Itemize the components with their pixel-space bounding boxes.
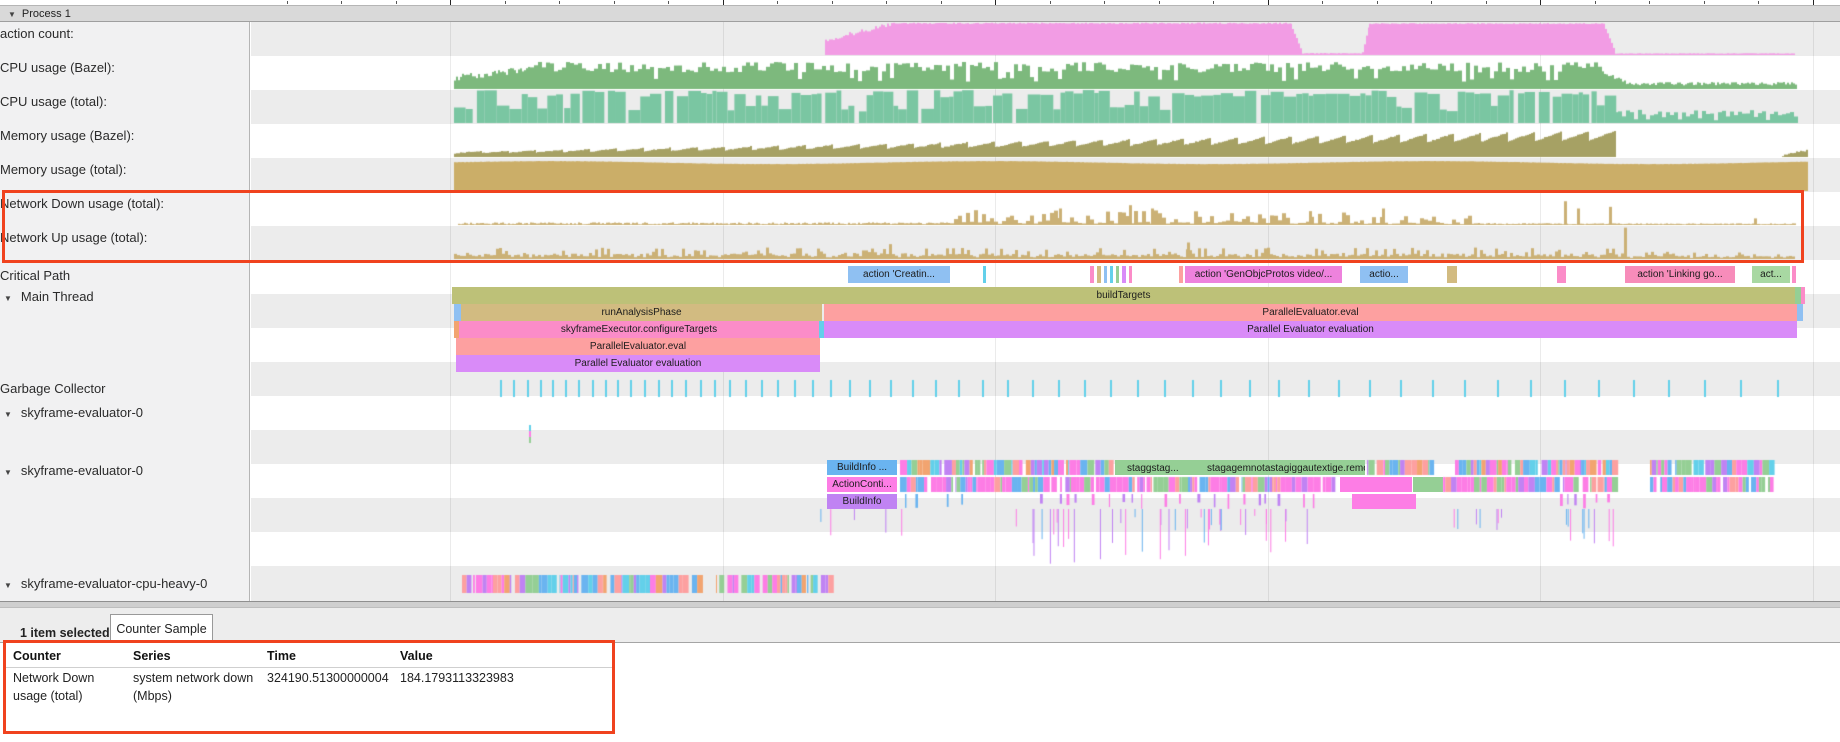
trace-viewer-root: ▼Process 1 action 'Creatin...action 'Gen…: [0, 0, 1840, 742]
collapse-triangle-icon[interactable]: ▼: [4, 410, 12, 419]
ruler-minor-tick: [396, 1, 397, 4]
ruler-minor-tick: [1758, 1, 1759, 4]
track-label-text: Main Thread: [21, 289, 94, 304]
details-tab-bar: 1 item selected. Counter Sample (1): [0, 608, 1840, 643]
track-label-text: CPU usage (total):: [0, 94, 107, 109]
track-label-text: Critical Path: [0, 268, 70, 283]
ruler-minor-tick: [1159, 1, 1160, 4]
track-label-critical-path[interactable]: Critical Path: [0, 267, 248, 284]
ruler-minor-tick: [614, 1, 615, 4]
track-label-skyframe-evaluator-cpu-heavy-0[interactable]: ▼ skyframe-evaluator-cpu-heavy-0: [0, 575, 248, 592]
collapse-triangle-icon[interactable]: ▼: [8, 10, 16, 19]
highlight-selection-table: [3, 640, 615, 734]
ruler-minor-tick: [559, 1, 560, 4]
track-label-skyframe-evaluator-0[interactable]: ▼ skyframe-evaluator-0: [0, 404, 248, 421]
ruler-minor-tick: [1704, 1, 1705, 4]
process-header-label: Process 1: [22, 8, 71, 20]
track-label-cpu-usage-bazel-[interactable]: CPU usage (Bazel):: [0, 59, 248, 76]
ruler-minor-tick: [777, 1, 778, 4]
ruler-minor-tick: [1595, 1, 1596, 4]
ruler-minor-tick: [1486, 1, 1487, 4]
track-label-garbage-collector[interactable]: Garbage Collector: [0, 380, 248, 397]
collapse-triangle-icon[interactable]: ▼: [4, 468, 12, 477]
track-label-action-count-[interactable]: action count:: [0, 25, 248, 42]
panel-splitter[interactable]: [0, 601, 1840, 608]
track-label-text: skyframe-evaluator-cpu-heavy-0: [21, 576, 207, 591]
ruler-minor-tick: [1050, 1, 1051, 4]
track-labels-panel: action count: CPU usage (Bazel): CPU usage…: [0, 22, 250, 601]
track-label-skyframe-evaluator-0[interactable]: ▼ skyframe-evaluator-0: [0, 462, 248, 479]
ruler-minor-tick: [941, 1, 942, 4]
ruler-minor-tick: [1104, 1, 1105, 4]
selection-status: 1 item selected.: [20, 626, 113, 640]
ruler-minor-tick: [505, 1, 506, 4]
collapse-triangle-icon[interactable]: ▼: [4, 581, 12, 590]
ruler-minor-tick: [1213, 1, 1214, 4]
ruler-minor-tick: [287, 1, 288, 4]
track-label-memory-usage-bazel-[interactable]: Memory usage (Bazel):: [0, 127, 248, 144]
track-label-cpu-usage-total-[interactable]: CPU usage (total):: [0, 93, 248, 110]
track-label-text: action count:: [0, 26, 74, 41]
track-label-text: Memory usage (total):: [0, 162, 126, 177]
ruler-minor-tick: [832, 1, 833, 4]
track-label-text: Garbage Collector: [0, 381, 106, 396]
ruler-minor-tick: [1377, 1, 1378, 4]
ruler-minor-tick: [1649, 1, 1650, 4]
ruler-minor-tick: [668, 1, 669, 4]
collapse-triangle-icon[interactable]: ▼: [4, 294, 12, 303]
ruler-minor-tick: [341, 1, 342, 4]
highlight-network-tracks: [2, 190, 1804, 263]
track-label-main-thread[interactable]: ▼ Main Thread: [0, 288, 248, 305]
track-label-text: skyframe-evaluator-0: [21, 405, 143, 420]
ruler-minor-tick: [1431, 1, 1432, 4]
track-label-text: Memory usage (Bazel):: [0, 128, 134, 143]
process-header-row[interactable]: ▼ Process 1: [0, 5, 1840, 22]
ruler-minor-tick: [886, 1, 887, 4]
ruler-minor-tick: [1322, 1, 1323, 4]
track-label-text: CPU usage (Bazel):: [0, 60, 115, 75]
track-label-memory-usage-total-[interactable]: Memory usage (total):: [0, 161, 248, 178]
track-label-text: skyframe-evaluator-0: [21, 463, 143, 478]
